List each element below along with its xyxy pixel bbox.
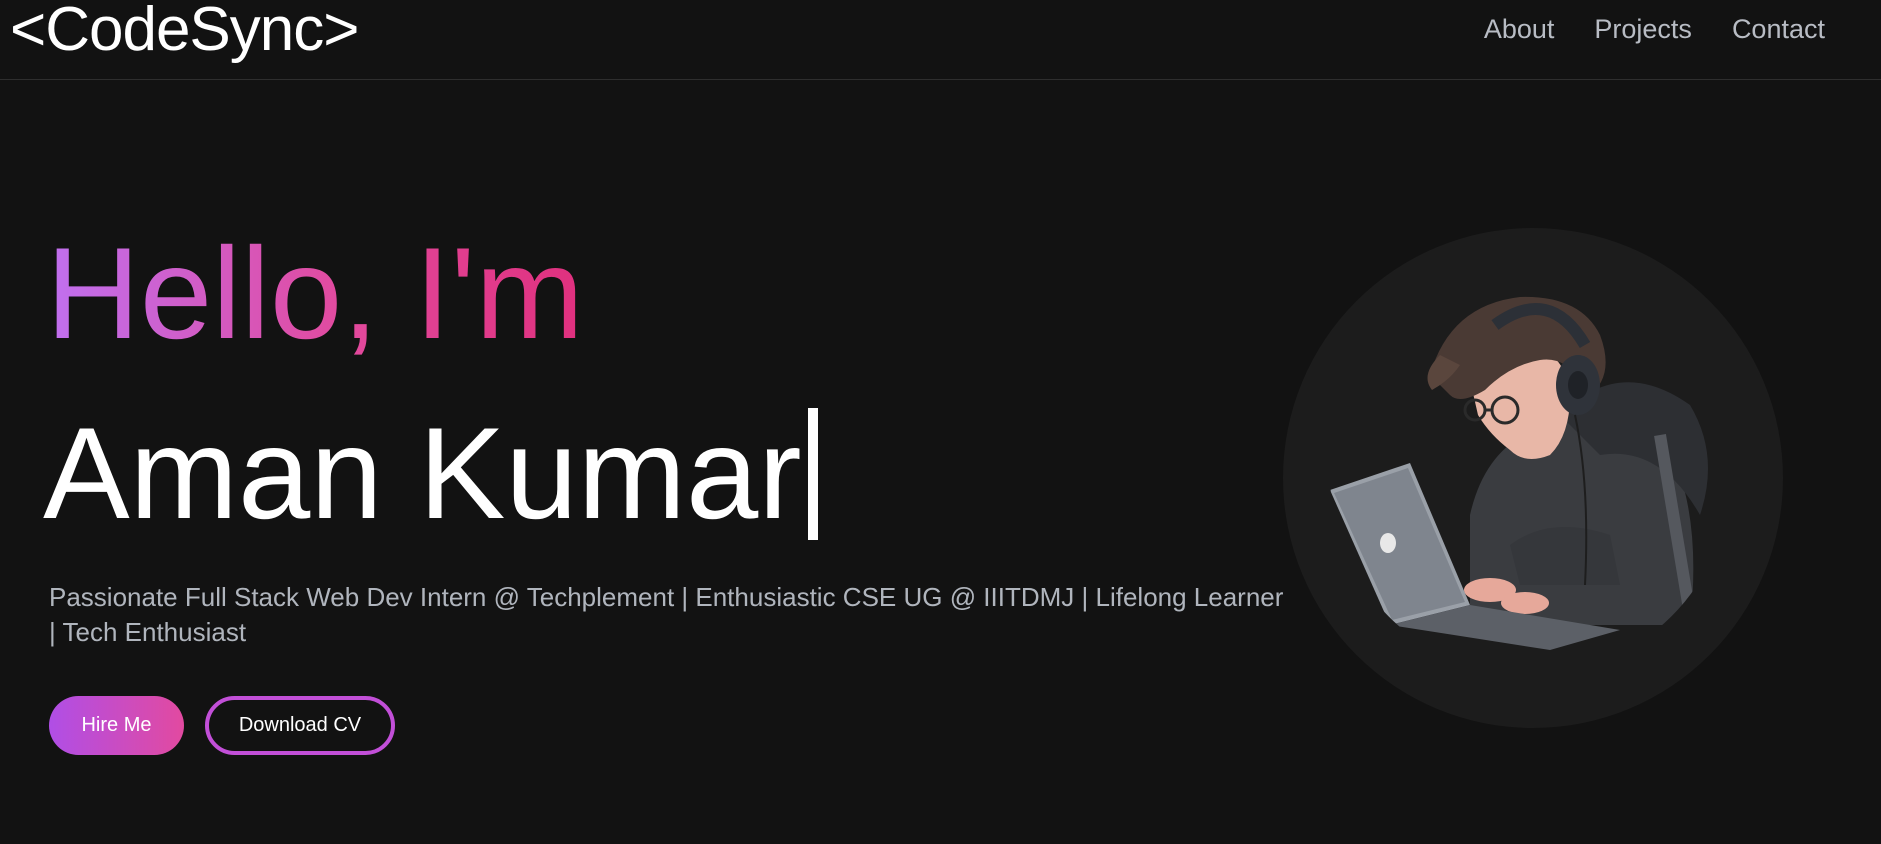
site-logo[interactable]: <CodeSync> [10, 0, 359, 65]
hero-name-line: Aman Kumar [43, 398, 818, 548]
top-navbar: <CodeSync> About Projects Contact [0, 0, 1881, 80]
hero-greeting: Hello, I'm [46, 220, 584, 366]
typing-cursor [807, 408, 818, 540]
developer-illustration [1330, 296, 1708, 650]
download-cv-button[interactable]: Download CV [205, 696, 395, 755]
nav-link-contact[interactable]: Contact [1732, 14, 1825, 45]
nav-link-projects[interactable]: Projects [1594, 14, 1692, 45]
nav-link-about[interactable]: About [1484, 14, 1555, 45]
hero-tagline: Passionate Full Stack Web Dev Intern @ T… [49, 582, 1284, 647]
hire-me-button[interactable]: Hire Me [49, 696, 184, 755]
hero-name: Aman Kumar [43, 400, 802, 546]
nav-links: About Projects Contact [1484, 14, 1825, 45]
